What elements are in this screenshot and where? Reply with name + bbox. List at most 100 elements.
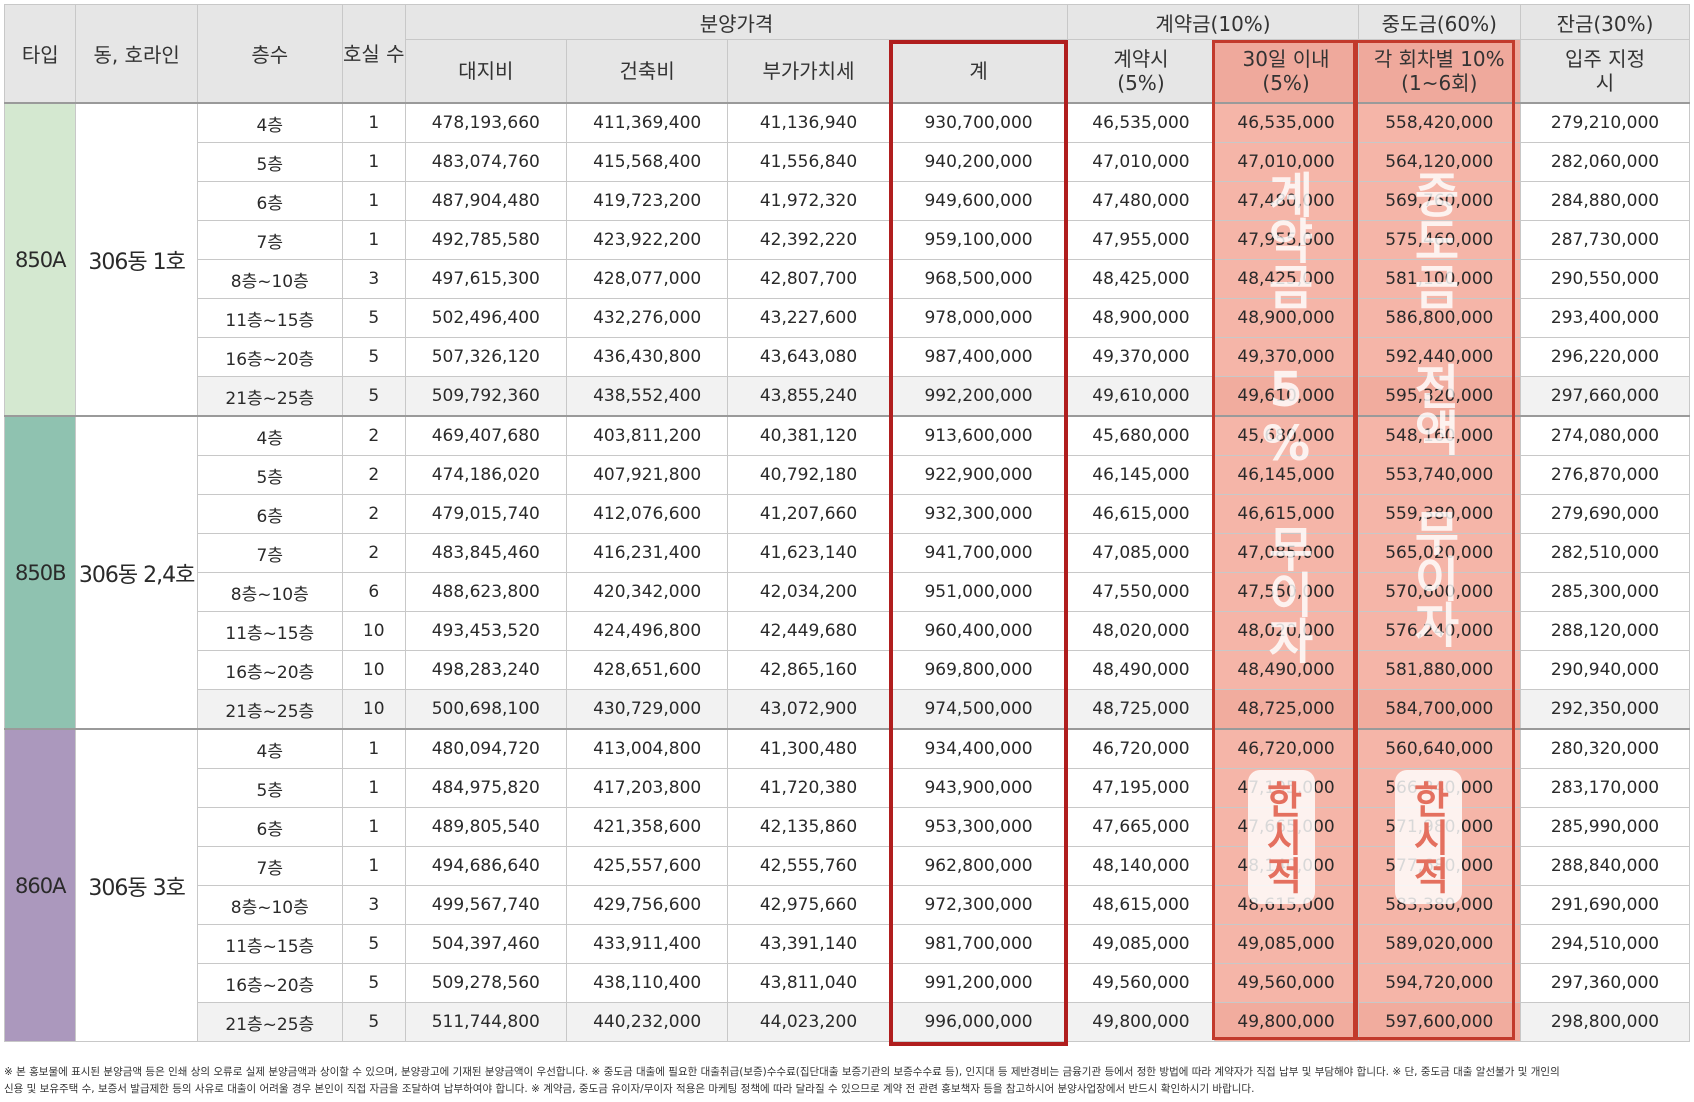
land-cost-cell: 488,623,800	[404, 572, 567, 612]
floor-cell: 6층	[196, 494, 343, 534]
total-cell: 992,200,000	[888, 376, 1069, 417]
header-sale-price: 분양가격	[404, 4, 1069, 40]
land-cost-cell: 497,615,300	[404, 259, 567, 299]
vat-cell: 44,023,200	[727, 1002, 890, 1042]
floor-cell: 5층	[196, 142, 343, 182]
floor-cell: 16층~20층	[196, 337, 343, 377]
floor-cell: 7층	[196, 846, 343, 886]
table-row: 6층 1 489,805,540 421,358,600 42,135,860 953,3…	[5, 807, 1690, 847]
units-cell: 5	[341, 924, 406, 964]
floor-cell: 8층~10층	[196, 259, 343, 299]
table-header: 타입 동, 호라인 층수 호실 수 분양가격 계약금(10%) 중도금(60%)…	[3, 4, 1690, 104]
balance-cell: 297,660,000	[1520, 376, 1690, 417]
deposit-30days-cell: 49,560,000	[1213, 963, 1359, 1003]
deposit-contract-cell: 48,490,000	[1067, 650, 1215, 690]
total-cell: 922,900,000	[888, 455, 1069, 495]
floor-cell: 21층~25층	[196, 689, 343, 730]
header-dong-line: 동, 호라인	[75, 4, 198, 104]
units-cell: 6	[341, 572, 406, 612]
units-cell: 5	[341, 1002, 406, 1042]
header-units: 호실 수	[341, 4, 406, 104]
deposit-30days-cell: 47,010,000	[1213, 142, 1359, 182]
land-cost-cell: 483,845,460	[404, 533, 567, 573]
vat-cell: 41,720,380	[727, 768, 890, 808]
table-row: 21층~25층 10 500,698,100 430,729,000 43,072,90…	[5, 689, 1690, 730]
header-balance-detail: 입주 지정시	[1520, 39, 1690, 104]
type-cell: 850A	[3, 102, 77, 417]
land-cost-cell: 483,074,760	[404, 142, 567, 182]
table-row: 5층 2 474,186,020 407,921,800 40,792,180 922,9…	[5, 455, 1690, 495]
units-cell: 5	[341, 337, 406, 377]
table-row: 11층~15층 5 502,496,400 432,276,000 43,227,600…	[5, 298, 1690, 338]
deposit-contract-cell: 47,955,000	[1067, 220, 1215, 260]
floor-cell: 5층	[196, 768, 343, 808]
building-cost-cell: 412,076,600	[565, 494, 729, 534]
total-cell: 940,200,000	[888, 142, 1069, 182]
header-balance: 잔금(30%)	[1520, 4, 1690, 40]
total-cell: 969,800,000	[888, 650, 1069, 690]
deposit-contract-cell: 46,720,000	[1067, 728, 1215, 769]
deposit-30days-cell: 48,020,000	[1213, 611, 1359, 651]
balance-cell: 288,840,000	[1520, 846, 1690, 886]
building-cost-cell: 419,723,200	[565, 181, 729, 221]
units-cell: 3	[341, 259, 406, 299]
middle-payment-cell: 595,320,000	[1357, 376, 1522, 417]
type-cell: 850B	[3, 415, 77, 730]
table-row: 6층 1 487,904,480 419,723,200 41,972,320 949,6…	[5, 181, 1690, 221]
balance-cell: 279,210,000	[1520, 102, 1690, 143]
balance-cell: 284,880,000	[1520, 181, 1690, 221]
deposit-contract-cell: 48,140,000	[1067, 846, 1215, 886]
land-cost-cell: 502,496,400	[404, 298, 567, 338]
table-row: 860A 306동 3호 4층 1 480,094,720 413,004,800 41,3…	[3, 728, 1690, 1042]
land-cost-cell: 484,975,820	[404, 768, 567, 808]
table-row: 850A 306동 1호 4층 1 478,193,660 411,369,400 41,1…	[3, 102, 1690, 417]
units-cell: 1	[341, 142, 406, 182]
building-cost-cell: 433,911,400	[565, 924, 729, 964]
balance-cell: 282,060,000	[1520, 142, 1690, 182]
total-cell: 972,300,000	[888, 885, 1069, 925]
table-row: 21층~25층 5 509,792,360 438,552,400 43,855,240…	[5, 376, 1690, 417]
land-cost-cell: 504,397,460	[404, 924, 567, 964]
header-vat: 부가가치세	[727, 39, 890, 104]
building-cost-cell: 428,651,600	[565, 650, 729, 690]
deposit-30days-cell: 49,800,000	[1213, 1002, 1359, 1042]
deposit-30days-cell: 49,610,000	[1213, 376, 1359, 417]
vat-cell: 42,392,220	[727, 220, 890, 260]
total-cell: 930,700,000	[888, 102, 1069, 143]
header-middle-detail: 각 회차별 10% (1~6회)	[1357, 39, 1522, 104]
vat-cell: 42,807,700	[727, 259, 890, 299]
header-middle: 중도금(60%)	[1357, 4, 1522, 40]
building-cost-cell: 430,729,000	[565, 689, 729, 730]
deposit-30days-cell: 49,370,000	[1213, 337, 1359, 377]
deposit-contract-cell: 48,020,000	[1067, 611, 1215, 651]
middle-payment-cell: 558,420,000	[1357, 102, 1522, 143]
units-cell: 5	[341, 963, 406, 1003]
units-cell: 1	[341, 807, 406, 847]
deposit-contract-cell: 47,665,000	[1067, 807, 1215, 847]
total-cell: 941,700,000	[888, 533, 1069, 573]
deposit-contract-cell: 49,085,000	[1067, 924, 1215, 964]
deposit-30days-cell: 48,725,000	[1213, 689, 1359, 730]
building-cost-cell: 424,496,800	[565, 611, 729, 651]
deposit-contract-cell: 49,560,000	[1067, 963, 1215, 1003]
middle-payment-cell: 548,160,000	[1357, 415, 1522, 456]
deposit-30days-cell: 48,140,000	[1213, 846, 1359, 886]
total-cell: 981,700,000	[888, 924, 1069, 964]
floor-cell: 7층	[196, 220, 343, 260]
deposit-contract-cell: 47,085,000	[1067, 533, 1215, 573]
total-cell: 968,500,000	[888, 259, 1069, 299]
deposit-contract-cell: 49,370,000	[1067, 337, 1215, 377]
total-cell: 951,000,000	[888, 572, 1069, 612]
units-cell: 2	[341, 494, 406, 534]
total-cell: 996,000,000	[888, 1002, 1069, 1042]
building-cost-cell: 416,231,400	[565, 533, 729, 573]
deposit-contract-cell: 47,010,000	[1067, 142, 1215, 182]
middle-payment-cell: 565,020,000	[1357, 533, 1522, 573]
balance-cell: 276,870,000	[1520, 455, 1690, 495]
vat-cell: 42,975,660	[727, 885, 890, 925]
land-cost-cell: 478,193,660	[404, 102, 567, 143]
units-cell: 1	[341, 220, 406, 260]
deposit-contract-cell: 47,195,000	[1067, 768, 1215, 808]
balance-cell: 297,360,000	[1520, 963, 1690, 1003]
land-cost-cell: 498,283,240	[404, 650, 567, 690]
